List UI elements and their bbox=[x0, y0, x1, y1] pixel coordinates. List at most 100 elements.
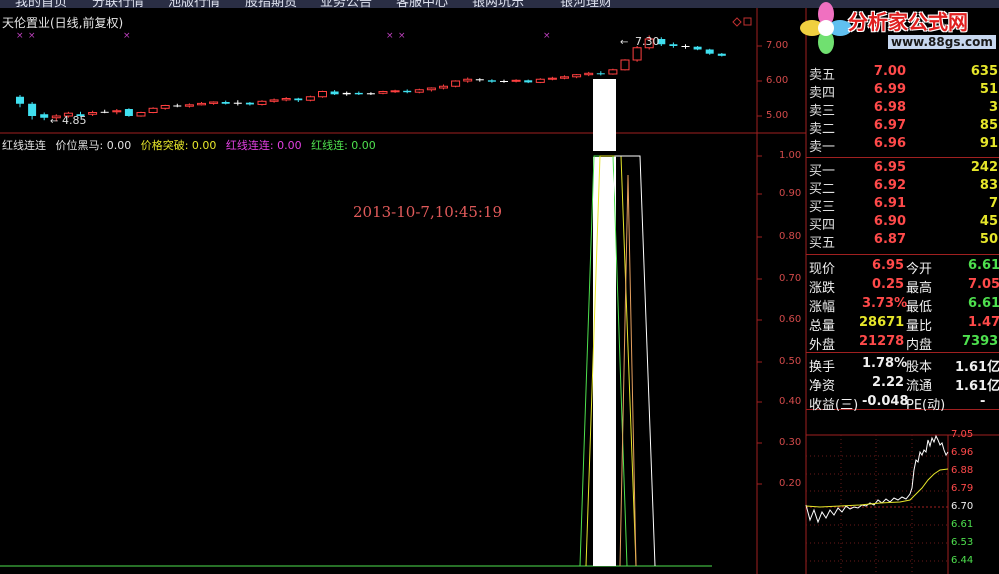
candle-body bbox=[451, 80, 461, 87]
candle-body bbox=[584, 72, 594, 76]
candle-body bbox=[632, 47, 642, 61]
quote-label: 净资 bbox=[809, 379, 836, 394]
quote-label: 股本 bbox=[906, 360, 933, 375]
bid-row[interactable]: 买四 6.90 45 bbox=[806, 214, 999, 233]
svg-text:×: × bbox=[398, 31, 406, 41]
quote-label: 总量 bbox=[809, 319, 836, 334]
indicator-axis-label: 0.40 bbox=[779, 396, 802, 407]
candle-body bbox=[403, 90, 412, 93]
candle-body bbox=[330, 91, 339, 95]
svg-text:×: × bbox=[16, 31, 24, 41]
candle-body bbox=[354, 92, 363, 95]
candle-body bbox=[620, 59, 630, 71]
candle-body bbox=[390, 90, 400, 93]
candle-body bbox=[136, 112, 146, 117]
svg-text:×: × bbox=[123, 31, 131, 41]
candlestick-series bbox=[16, 35, 726, 122]
quote-label: 收益(三) bbox=[809, 398, 859, 413]
quote-outer: 21278 bbox=[859, 334, 905, 349]
indicator-axis-label: 0.50 bbox=[779, 356, 802, 367]
quote-pct: 3.73% bbox=[862, 296, 908, 311]
mini-axis-label: 6.88 bbox=[951, 465, 974, 476]
high-price-label: 7.30 bbox=[635, 35, 660, 48]
candle-body bbox=[511, 79, 521, 82]
candle-body bbox=[28, 103, 37, 116]
diamond-icon bbox=[732, 17, 742, 27]
candle-body bbox=[717, 53, 726, 56]
low-price-label: 4.85 bbox=[62, 114, 87, 127]
quote-label: 换手 bbox=[809, 360, 836, 375]
candle-body bbox=[112, 110, 122, 113]
quote-label: PE(动) bbox=[906, 398, 946, 413]
candle-body bbox=[608, 69, 618, 75]
quote-high: 7.05 bbox=[968, 277, 999, 292]
candle-body bbox=[281, 98, 291, 101]
candle-body bbox=[294, 98, 303, 101]
indicator-axis-label: 0.70 bbox=[779, 273, 802, 284]
order-book-divider bbox=[806, 157, 999, 158]
mini-axis-label: 7.05 bbox=[951, 429, 974, 440]
candle-body bbox=[414, 89, 424, 93]
candle-body bbox=[197, 102, 206, 106]
legend-item: 价格突破: 0.00 bbox=[140, 139, 217, 152]
quote-capital: 1.61亿 bbox=[955, 360, 999, 375]
quote-label: 外盘 bbox=[809, 338, 836, 353]
candle-body bbox=[318, 91, 327, 98]
quote-label: 涨幅 bbox=[809, 300, 836, 315]
flower-logo-icon bbox=[800, 2, 852, 54]
legend-name: 红线连连 bbox=[2, 139, 46, 152]
indicator-axis-label: 0.20 bbox=[779, 478, 802, 489]
candle-body bbox=[463, 78, 473, 82]
ask-row[interactable]: 卖四 6.99 51 bbox=[806, 82, 999, 101]
candle-body bbox=[572, 74, 582, 78]
ask-row[interactable]: 卖五 7.00 635 bbox=[806, 64, 999, 83]
candle-body bbox=[16, 96, 24, 104]
quote-eps: -0.048 bbox=[862, 394, 909, 409]
candle-body bbox=[100, 111, 109, 113]
bid-row[interactable]: 买一 6.95 242 bbox=[806, 160, 999, 179]
quote-label: 现价 bbox=[809, 262, 836, 277]
candle-body bbox=[209, 101, 219, 104]
mini-axis-label: 6.70 bbox=[951, 501, 974, 512]
candle-body bbox=[487, 80, 496, 82]
quote-change: 0.25 bbox=[872, 277, 905, 292]
quote-label: 今开 bbox=[906, 262, 933, 277]
ask-row[interactable]: 卖三 6.98 3 bbox=[806, 100, 999, 119]
logo-text: 分析家公式网 bbox=[848, 10, 968, 34]
bid-row[interactable]: 买五 6.87 50 bbox=[806, 232, 999, 251]
quote-label: 最高 bbox=[906, 281, 933, 296]
legend-item: 红线连连: 0.00 bbox=[225, 139, 302, 152]
square-icon bbox=[743, 17, 752, 26]
mini-axis-label: 6.61 bbox=[951, 519, 974, 530]
quote-nav: 2.22 bbox=[872, 375, 905, 390]
quote-pe: - bbox=[980, 394, 986, 409]
signal-bar-main bbox=[593, 79, 616, 151]
bid-row[interactable]: 买二 6.92 83 bbox=[806, 178, 999, 197]
svg-text:×: × bbox=[28, 31, 36, 41]
mini-axis-label: 6.96 bbox=[951, 447, 974, 458]
candle-body bbox=[160, 105, 170, 109]
candle-body bbox=[681, 46, 690, 47]
candle-body bbox=[439, 85, 448, 89]
legend-item: 价位黑马: 0.00 bbox=[55, 139, 132, 152]
candle-body bbox=[173, 105, 182, 107]
candle-body bbox=[233, 102, 242, 104]
candle-body bbox=[378, 91, 388, 94]
quote-label: 量比 bbox=[906, 319, 933, 334]
indicator-axis-label: 0.60 bbox=[779, 314, 802, 325]
quote-label: 涨跌 bbox=[809, 281, 836, 296]
mini-axis-label: 6.79 bbox=[951, 483, 974, 494]
mini-axis-label: 6.53 bbox=[951, 537, 974, 548]
ask-row[interactable]: 卖二 6.97 85 bbox=[806, 118, 999, 137]
quote-low: 6.61 bbox=[968, 296, 999, 311]
order-book-divider bbox=[806, 254, 999, 255]
candle-body bbox=[269, 99, 279, 102]
indicator-axis-label: 0.80 bbox=[779, 231, 802, 242]
candle-body bbox=[88, 112, 98, 115]
quote-turnover: 1.78% bbox=[862, 356, 908, 371]
logo-url[interactable]: www.88gs.com bbox=[888, 35, 996, 49]
bid-row[interactable]: 买三 6.91 7 bbox=[806, 196, 999, 215]
candle-body bbox=[221, 102, 230, 104]
ask-row[interactable]: 卖一 6.96 91 bbox=[806, 136, 999, 155]
candle-body bbox=[596, 73, 605, 75]
